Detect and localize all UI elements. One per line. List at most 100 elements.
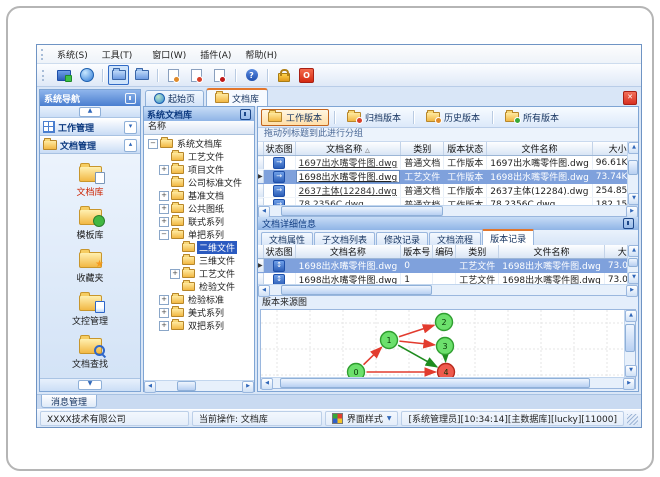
lock-button[interactable] — [273, 65, 294, 85]
tree-node-1[interactable]: 工艺文件 — [146, 150, 254, 163]
tree-node-3[interactable]: 公司标准文件 — [146, 176, 254, 189]
version-filter-2[interactable]: 历史版本 — [419, 109, 487, 126]
doc-name-cell[interactable]: 1698出水嘴零件图.dwg — [295, 272, 402, 284]
scroll-thumb[interactable] — [628, 159, 638, 176]
column-header[interactable]: 版本号 — [400, 245, 434, 259]
expand-icon[interactable]: + — [159, 190, 169, 201]
close-icon[interactable] — [623, 91, 637, 105]
detail-tab-0[interactable]: 文档属性 — [261, 232, 314, 246]
exit-button[interactable]: O — [296, 65, 317, 85]
tree-horizontal-scrollbar[interactable]: ◀ ▶ — [144, 380, 254, 393]
doc-delete-button[interactable] — [209, 65, 230, 85]
version-table-hscrollbar[interactable]: ◀ ▶ — [258, 284, 638, 297]
tree-node-9[interactable]: 三维文件 — [146, 254, 254, 267]
tree-node-2[interactable]: + 项目文件 — [146, 163, 254, 176]
table-row[interactable]: →78.2356C.dwg普通文档工作版本78.2356C.dwg182.15K… — [258, 197, 627, 205]
tree-node-10[interactable]: + 工艺文件 — [146, 267, 254, 280]
ui-style-selector[interactable]: 界面样式 ▼ — [324, 411, 399, 426]
menu-item-2[interactable]: 窗口(W) — [145, 49, 193, 63]
expand-icon[interactable]: + — [159, 307, 169, 318]
chevron-down-icon[interactable]: ▾ — [124, 120, 137, 134]
doc-name-cell[interactable]: 1698出水嘴零件图.dwg — [295, 169, 402, 184]
column-header[interactable]: 文档名称 — [295, 245, 402, 259]
menu-item-3[interactable]: 插件(A) — [193, 49, 238, 63]
library-view-button[interactable] — [131, 65, 152, 85]
graph-vscrollbar[interactable]: ▲ ▼ — [624, 310, 637, 377]
graph-hscrollbar[interactable]: ◀ ▶ — [261, 377, 635, 390]
scroll-thumb[interactable] — [176, 381, 196, 391]
scroll-down-icon[interactable]: ▼ — [628, 272, 638, 284]
tab-document-library[interactable]: 文档库 — [206, 88, 269, 106]
sidebar-item-4[interactable]: 文档查找 — [40, 331, 140, 374]
scroll-thumb[interactable] — [280, 206, 443, 216]
expand-icon[interactable]: + — [170, 268, 180, 279]
sidebar-item-2[interactable]: ★ 收藏夹 — [40, 245, 140, 288]
version-filter-1[interactable]: 归档版本 — [340, 109, 408, 126]
column-header[interactable]: 编码 — [432, 245, 457, 259]
tree-node-13[interactable]: + 美式系列 — [146, 306, 254, 319]
detail-tab-1[interactable]: 子文档列表 — [314, 232, 376, 246]
expand-icon[interactable]: + — [159, 164, 169, 175]
tree-node-6[interactable]: + 联式系列 — [146, 215, 254, 228]
collapse-icon[interactable]: − — [159, 229, 169, 240]
sidebar-item-3[interactable]: 文控管理 — [40, 288, 140, 331]
detail-tab-2[interactable]: 修改记录 — [376, 232, 429, 246]
resize-grip[interactable] — [627, 414, 638, 425]
column-header[interactable]: 文件名称 — [498, 245, 605, 259]
expand-icon[interactable]: + — [159, 320, 169, 331]
tab-message-management[interactable]: 消息管理 — [41, 395, 98, 408]
scroll-left-icon[interactable]: ◀ — [261, 378, 273, 390]
table-row[interactable]: ▶ → 1698出水嘴零件图.dwg 工艺文件 工作版本 1698出水嘴零件图.dwg 73… — [258, 169, 627, 184]
scroll-up-icon[interactable]: ▲ — [628, 245, 638, 257]
pin-icon[interactable] — [240, 108, 251, 120]
expand-icon[interactable]: + — [159, 203, 169, 214]
scroll-right-icon[interactable]: ▶ — [623, 378, 635, 390]
tree-column-header[interactable]: 名称 — [144, 121, 254, 135]
column-header[interactable]: 状态图 — [263, 245, 296, 259]
doc-add-button[interactable] — [163, 65, 184, 85]
scroll-down-icon[interactable]: ▼ — [628, 193, 638, 205]
detail-tab-3[interactable]: 文档流程 — [429, 232, 482, 246]
tree-node-8[interactable]: 二维文件 — [146, 241, 254, 254]
collapse-icon[interactable]: − — [148, 138, 158, 149]
version-filter-0[interactable]: 工作版本 — [261, 108, 330, 126]
tree-node-0[interactable]: − 系统文档库 — [146, 137, 254, 150]
column-header[interactable]: 文档名称 △ — [295, 142, 402, 156]
doc-name-cell[interactable]: 78.2356C.dwg — [295, 197, 402, 205]
column-header[interactable]: 类别 — [400, 142, 445, 156]
scroll-thumb[interactable] — [628, 257, 638, 267]
column-header[interactable]: 大小 — [604, 245, 627, 259]
table-row[interactable]: ▶↕1698出水嘴零件图.dwg0工艺文件1698出水嘴零件图.dwg73.00… — [258, 258, 627, 273]
scroll-down-icon[interactable]: ▼ — [625, 365, 637, 377]
scroll-left-icon[interactable]: ◀ — [144, 381, 156, 393]
expand-icon[interactable]: + — [159, 294, 169, 305]
collapse-handle[interactable]: ▲ — [79, 106, 101, 117]
library-open-button[interactable] — [108, 65, 129, 85]
pin-icon[interactable] — [623, 218, 634, 229]
version-filter-3[interactable]: 所有版本 — [498, 109, 566, 126]
tab-start-page[interactable]: 起始页 — [145, 90, 205, 106]
tree-node-14[interactable]: + 双把系列 — [146, 319, 254, 332]
scroll-right-icon[interactable]: ▶ — [242, 381, 254, 393]
expand-icon[interactable]: + — [159, 216, 169, 227]
scroll-up-icon[interactable]: ▲ — [628, 142, 638, 154]
column-header[interactable]: 大小 — [592, 142, 627, 156]
document-table-vscrollbar[interactable]: ▲ ▼ — [627, 142, 638, 205]
help-button[interactable]: ? — [241, 65, 262, 85]
pin-icon[interactable] — [125, 92, 136, 104]
sidebar-group-0[interactable]: 工作管理 ▾ — [40, 118, 140, 136]
tree-node-4[interactable]: + 基准文档 — [146, 189, 254, 202]
detail-tab-4[interactable]: 版本记录 — [482, 229, 535, 245]
sidebar-item-1[interactable]: 模板库 — [40, 202, 140, 245]
doc-name-cell[interactable]: 1697出水嘴零件图.dwg — [295, 155, 402, 170]
table-row[interactable]: → 2637主体(12284).dwg 普通文档 工作版本 2637主体(12284).… — [258, 183, 627, 198]
menu-item-0[interactable]: 系统(S) — [50, 49, 95, 63]
scroll-up-icon[interactable]: ▲ — [625, 310, 637, 322]
column-header[interactable]: 状态图 — [263, 142, 296, 156]
column-header[interactable]: 类别 — [455, 245, 500, 259]
chevron-down-icon[interactable]: ▼ — [78, 380, 102, 390]
tree-node-7[interactable]: − 单把系列 — [146, 228, 254, 241]
doc-edit-button[interactable] — [186, 65, 207, 85]
table-row[interactable]: → 1697出水嘴零件图.dwg 普通文档 工作版本 1697出水嘴零件图.dwg 96.… — [258, 155, 627, 170]
menu-item-4[interactable]: 帮助(H) — [238, 49, 284, 63]
